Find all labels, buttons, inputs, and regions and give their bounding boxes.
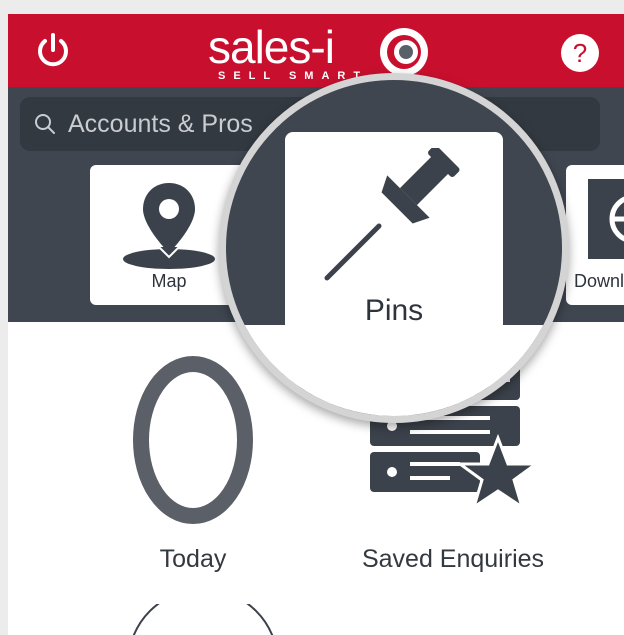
tile-pins-label: Pins	[364, 294, 424, 327]
app-header: sales-i SELL SMART ?	[8, 14, 624, 87]
search-placeholder: Accounts & Pros	[68, 110, 253, 138]
tile-pins[interactable]: Pins	[285, 132, 503, 344]
tile-downloads-label: Downl	[574, 271, 624, 291]
magnifier-overlay: Pins	[219, 73, 569, 423]
brand-name: sales-i	[208, 21, 335, 73]
sales-i-logo-icon	[380, 28, 428, 76]
power-icon[interactable]	[34, 32, 72, 70]
tile-downloads[interactable]: Downl	[566, 165, 624, 305]
bottom-widget-icon[interactable]	[118, 604, 288, 635]
status-bar-gap	[8, 0, 624, 14]
today-label: Today	[159, 545, 227, 573]
download-icon	[588, 179, 624, 259]
help-button[interactable]: ?	[561, 34, 599, 72]
app-screen: sales-i SELL SMART ? Accounts & Pros Map…	[8, 0, 624, 635]
search-icon	[35, 114, 55, 134]
saved-enquiries-label[interactable]: Saved Enquiries	[338, 545, 568, 574]
pushpin-icon	[324, 148, 460, 281]
map-pin-icon	[123, 183, 215, 269]
left-margin	[0, 0, 8, 635]
